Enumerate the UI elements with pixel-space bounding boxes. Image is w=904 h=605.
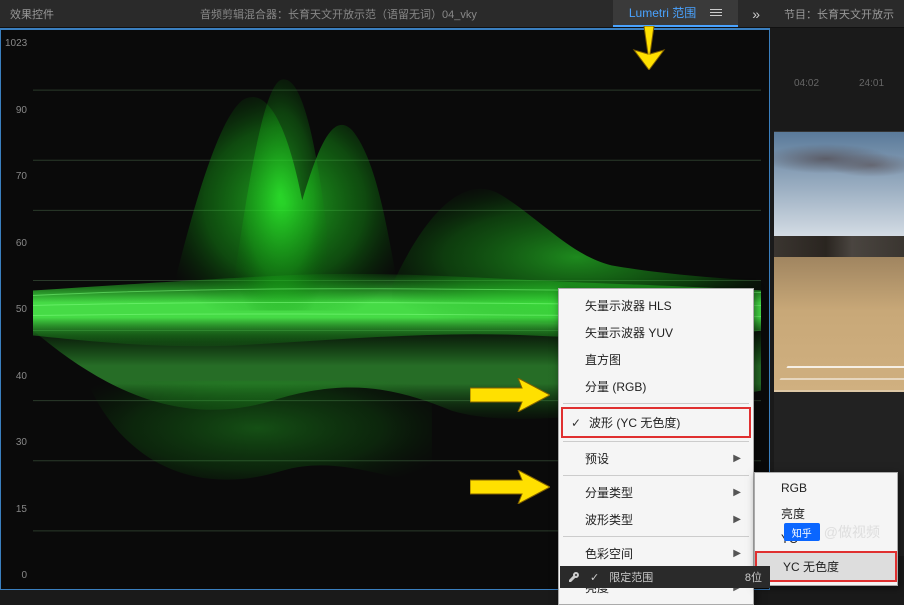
menu-item-label: 波形 (YC 无色度) — [589, 414, 680, 431]
submenu-item[interactable]: RGB — [755, 476, 897, 500]
submenu-item-label: 亮度 — [781, 505, 805, 522]
tab-program[interactable]: 节目：长育天文开放示 — [774, 6, 904, 22]
y-tick: 70 — [5, 171, 31, 182]
menu-item-label: 分量 (RGB) — [585, 378, 646, 395]
bit-depth-value[interactable]: 8位 — [745, 569, 762, 585]
menu-item-label: 矢量示波器 YUV — [585, 324, 673, 341]
y-tick: 15 — [5, 504, 31, 515]
watermark-text: @做视频 — [824, 522, 880, 542]
ruler-left: 04:02 — [794, 78, 819, 89]
menu-separator — [563, 441, 749, 442]
y-tick: 1023 — [5, 38, 31, 49]
check-icon: ✓ — [590, 571, 599, 584]
chevron-right-icon: ▶ — [733, 548, 741, 559]
menu-item[interactable]: 色彩空间 ▶ — [559, 540, 753, 567]
menu-separator — [563, 536, 749, 537]
tab-lumetri-label: Lumetri 范围 — [629, 4, 696, 21]
chevron-right-icon: ▶ — [733, 453, 741, 464]
chevron-right-icon: ▶ — [733, 487, 741, 498]
menu-item[interactable]: 预设 ▶ — [559, 445, 753, 472]
panel-close-button[interactable]: » — [738, 6, 774, 22]
scope-y-axis: 1023 90 70 60 50 40 30 15 0 — [5, 38, 31, 581]
menu-item[interactable]: 矢量示波器 HLS — [559, 292, 753, 319]
y-tick: 60 — [5, 238, 31, 249]
wrench-icon[interactable] — [568, 571, 580, 583]
submenu-item[interactable]: YC 无色度 — [755, 551, 897, 582]
menu-separator — [563, 403, 749, 404]
tab-audio-mixer[interactable]: 音频剪辑混合器：长育天文开放示范（语留无词）04_vky — [64, 6, 613, 22]
menu-item-label: 矢量示波器 HLS — [585, 297, 672, 314]
menu-item-label: 分量类型 — [585, 484, 633, 501]
watermark: 知乎 @做视频 — [784, 522, 880, 542]
ruler-right: 24:01 — [859, 78, 884, 89]
zhihu-badge-icon: 知乎 — [784, 523, 820, 541]
y-tick: 40 — [5, 371, 31, 382]
menu-item[interactable]: 分量 (RGB) — [559, 373, 753, 400]
app-header: 效果控件 音频剪辑混合器：长育天文开放示范（语留无词）04_vky Lumetr… — [0, 0, 904, 28]
y-tick: 0 — [5, 570, 31, 581]
menu-item[interactable]: 直方图 — [559, 346, 753, 373]
menu-item-label: 色彩空间 — [585, 545, 633, 562]
menu-item[interactable]: 波形类型 ▶ — [559, 506, 753, 533]
menu-item-label: 波形类型 — [585, 511, 633, 528]
tab-lumetri-scopes[interactable]: Lumetri 范围 — [613, 0, 738, 27]
submenu-item-label: YC 无色度 — [783, 558, 839, 575]
program-preview-image — [774, 132, 904, 392]
submenu-item-label: RGB — [781, 481, 807, 495]
scope-context-menu: 矢量示波器 HLS 矢量示波器 YUV 直方图分量 (RGB) ✓ 波形 (YC 无色度… — [558, 288, 754, 605]
menu-item[interactable]: 分量类型 ▶ — [559, 479, 753, 506]
chevron-right-icon: ▶ — [733, 514, 741, 525]
menu-item[interactable]: ✓ 波形 (YC 无色度) — [561, 407, 751, 438]
y-tick: 90 — [5, 105, 31, 116]
menu-item[interactable]: 矢量示波器 YUV — [559, 319, 753, 346]
check-icon: ✓ — [571, 416, 581, 430]
menu-separator — [563, 475, 749, 476]
menu-item-label: 直方图 — [585, 351, 621, 368]
y-tick: 50 — [5, 304, 31, 315]
y-tick: 30 — [5, 437, 31, 448]
scope-bottom-bar: ✓ 限定范围 8位 — [560, 566, 770, 588]
menu-item-label: 预设 — [585, 450, 609, 467]
tab-effects[interactable]: 效果控件 — [0, 6, 64, 22]
preview-ruler: 04:02 24:01 — [774, 36, 904, 132]
clamp-label[interactable]: 限定范围 — [609, 569, 653, 585]
panel-menu-icon[interactable] — [710, 9, 722, 16]
